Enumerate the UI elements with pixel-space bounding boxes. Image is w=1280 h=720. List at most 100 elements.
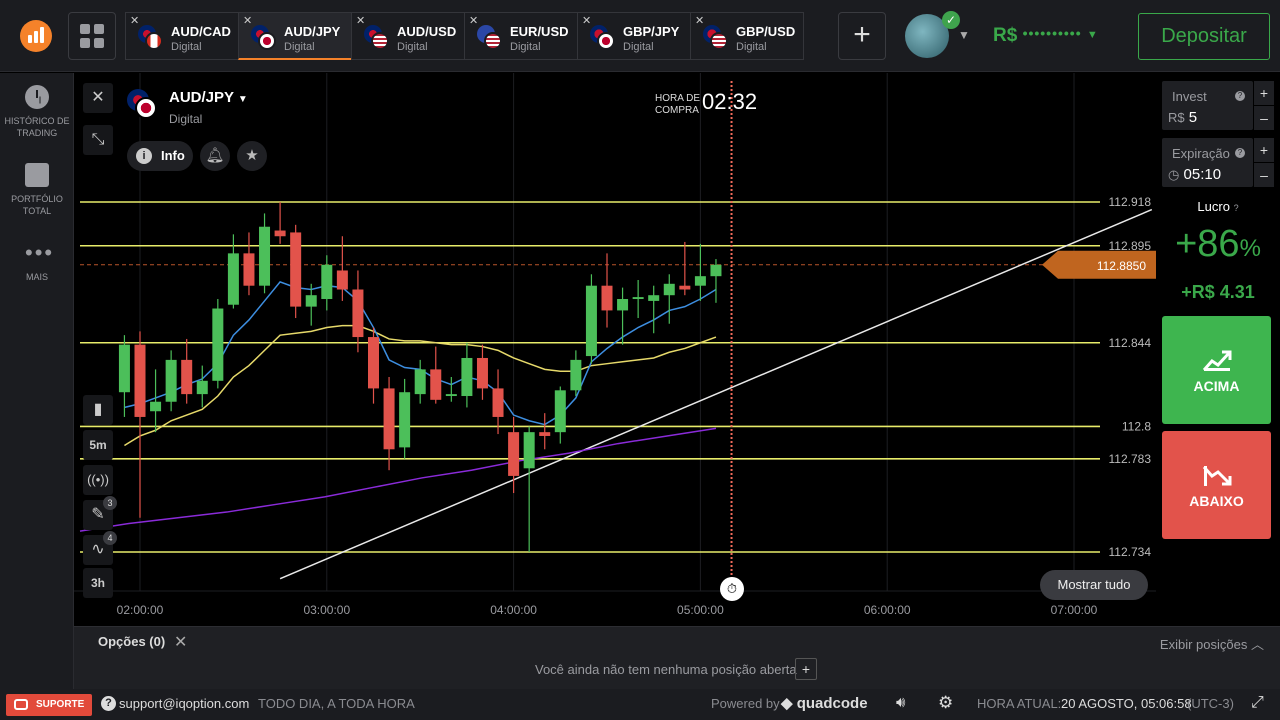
fullscreen-icon[interactable]: ⤢ — [1251, 694, 1264, 712]
deposit-button[interactable]: Depositar — [1138, 13, 1270, 60]
grid-layout-button[interactable] — [68, 12, 116, 60]
chart-area[interactable]: 02:00:00 03:00:00 04:00:00 05:00:00 06:00:00… — [74, 73, 1156, 626]
x-tick-label: 06:00:00 — [864, 603, 911, 617]
tab-gbp-usd[interactable]: ✕ GBP/USD Digital — [690, 12, 804, 60]
sidebar-item-more[interactable]: ••• Mais — [0, 241, 74, 283]
put-button[interactable]: ABAIXO — [1162, 431, 1271, 539]
candle-interval-button[interactable]: 5m — [83, 430, 113, 460]
tab-pair: GBP/JPY — [623, 24, 680, 39]
quadcode-brand: quadcode — [796, 695, 868, 712]
candle-body — [414, 369, 426, 395]
help-icon[interactable]: ? — [1235, 91, 1245, 101]
chevron-down-icon[interactable]: ▼ — [958, 28, 970, 42]
expiry-value[interactable]: 05:10 — [1184, 166, 1222, 183]
help-icon[interactable]: ? — [1234, 203, 1239, 213]
balance-display[interactable]: R$ •••••••••• ▼ — [993, 25, 1098, 47]
indicator-count-badge: 4 — [103, 531, 117, 545]
invest-value[interactable]: 5 — [1189, 109, 1197, 126]
call-label: ACIMA — [1193, 378, 1240, 394]
invest-decrease-button[interactable]: – — [1254, 106, 1274, 130]
show-all-button[interactable]: Mostrar tudo — [1040, 570, 1148, 600]
close-icon[interactable]: ✕ — [174, 632, 187, 652]
tab-gbp-jpy[interactable]: ✕ GBP/JPY Digital — [577, 12, 691, 60]
options-title[interactable]: Opções (0) — [98, 634, 165, 649]
candle-body — [321, 264, 333, 300]
candle-body — [243, 253, 255, 286]
info-label: Info — [161, 148, 185, 163]
star-icon[interactable]: ★ — [237, 141, 267, 171]
price-level-label: 112.734 — [1109, 545, 1152, 559]
flag-gb-us-icon — [703, 25, 728, 50]
no-positions-text: Você ainda não tem nenhuma posição abert… — [535, 662, 797, 677]
candle-body — [134, 344, 146, 417]
candle-body — [554, 390, 566, 433]
candle-body — [290, 232, 302, 307]
balance-currency: R$ — [993, 25, 1018, 46]
add-position-button[interactable]: + — [795, 658, 817, 680]
signal-icon[interactable]: ((•)) — [83, 465, 113, 495]
expiry-decrease-button[interactable]: – — [1254, 163, 1274, 187]
candle-body — [165, 359, 177, 402]
flag-au-jp-icon — [127, 89, 157, 119]
expiry-increase-button[interactable]: + — [1254, 138, 1274, 162]
x-tick-label: 02:00:00 — [117, 603, 164, 617]
candle-body — [585, 285, 597, 357]
gear-icon[interactable]: ⚙ — [938, 693, 953, 713]
collapse-icon[interactable]: ⤡ — [83, 125, 113, 155]
trend-down-icon — [1202, 466, 1231, 486]
ema-long-line — [79, 427, 717, 532]
tab-type: Digital — [171, 41, 202, 53]
candle-body — [227, 253, 239, 305]
powered-by-label: Powered by — [711, 696, 780, 711]
candle-body — [679, 285, 691, 290]
tab-eur-usd[interactable]: ✕ EUR/USD Digital — [464, 12, 578, 60]
show-positions-link[interactable]: Exibir posições — [1160, 637, 1247, 652]
candle-body — [399, 392, 411, 448]
sidebar-item-portfolio[interactable]: Portfólio total — [0, 163, 74, 217]
candle-type-icon[interactable]: ▮ — [83, 395, 113, 425]
stopwatch-icon: ⏱ — [720, 577, 744, 601]
info-button[interactable]: i Info — [127, 141, 193, 171]
candle-body — [181, 359, 193, 395]
options-bar: Opções (0) ✕ Exibir posições ︿ Você aind… — [74, 626, 1280, 689]
x-tick-label: 03:00:00 — [303, 603, 350, 617]
tab-aud-cad[interactable]: ✕ AUD/CAD Digital — [125, 12, 239, 60]
expiry-field[interactable]: Expiração ? ◷ 05:10 — [1162, 138, 1253, 187]
time-range-button[interactable]: 3h — [83, 568, 113, 598]
close-chart-icon[interactable]: ✕ — [83, 83, 113, 113]
price-level-label: 112.895 — [1109, 239, 1152, 253]
tab-pair: AUD/CAD — [171, 24, 231, 39]
tab-pair: AUD/USD — [397, 24, 457, 39]
status-bar: SUPORTE ? support@iqoption.com TODO DIA,… — [0, 689, 1280, 720]
support-button[interactable]: SUPORTE — [6, 694, 92, 716]
candle-body — [601, 285, 613, 311]
candle-body — [570, 359, 582, 391]
tab-aud-jpy[interactable]: ✕ AUD/JPY Digital — [238, 12, 352, 60]
current-time-value: 20 AGOSTO, 05:06:58 — [1061, 696, 1192, 711]
sidebar-item-trading-history[interactable]: Histórico de trading — [0, 85, 74, 139]
tab-pair: GBP/USD — [736, 24, 796, 39]
tab-type: Digital — [397, 41, 428, 53]
call-button[interactable]: ACIMA — [1162, 316, 1271, 424]
invest-increase-button[interactable]: + — [1254, 81, 1274, 105]
bell-icon[interactable]: 🔔︎ — [200, 141, 230, 171]
chevron-up-icon: ︿ — [1250, 637, 1264, 652]
volume-icon[interactable]: 🔊︎ — [896, 694, 905, 711]
candle-body — [492, 388, 504, 417]
support-email[interactable]: support@iqoption.com — [119, 696, 249, 711]
asset-name: AUD/JPY — [169, 89, 234, 106]
asset-type: Digital — [169, 112, 203, 126]
sidebar-item-label: Histórico de trading — [4, 116, 70, 138]
tab-aud-usd[interactable]: ✕ AUD/USD Digital — [351, 12, 465, 60]
candle-body — [196, 380, 208, 395]
help-icon[interactable]: ? — [1235, 148, 1245, 158]
candle-body — [632, 297, 644, 300]
price-level-label: 112.8 — [1122, 419, 1151, 433]
invest-field[interactable]: Invest ? R$ 5 — [1162, 81, 1253, 130]
x-tick-label: 05:00:00 — [677, 603, 724, 617]
candle-body — [368, 337, 379, 389]
add-asset-button[interactable]: + — [838, 12, 886, 60]
purchase-time-label: Hora de compra — [655, 93, 701, 116]
candle-body — [710, 264, 722, 277]
iqoption-logo-icon[interactable] — [20, 20, 52, 52]
